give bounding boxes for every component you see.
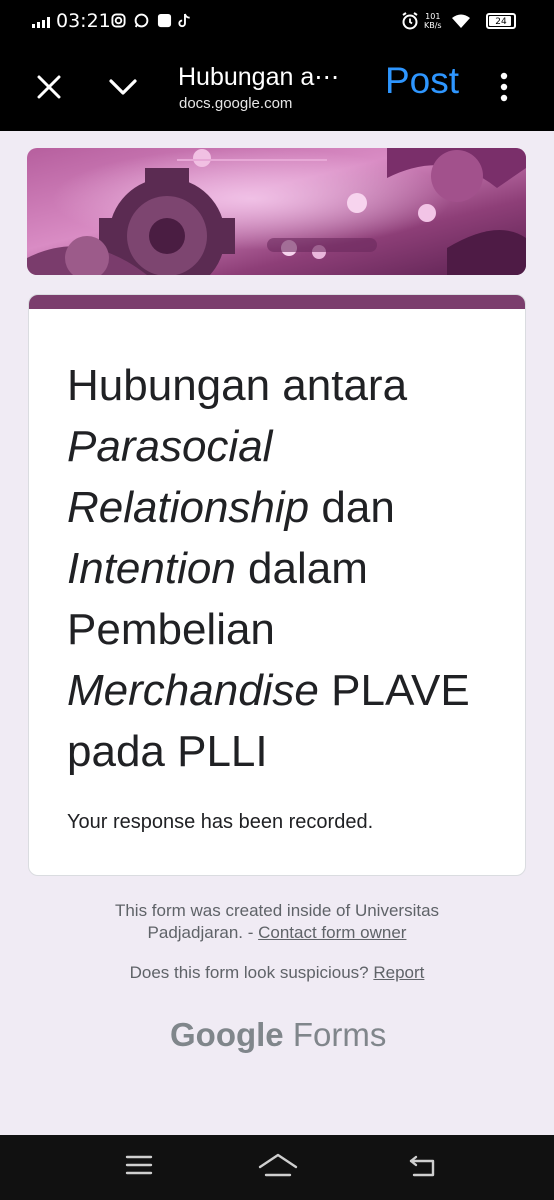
net-speed-unit: KB/s — [424, 21, 442, 30]
menu-icon[interactable] — [125, 1153, 153, 1177]
contact-form-owner-link[interactable]: Contact form owner — [258, 923, 406, 942]
tiktok-icon — [178, 13, 190, 28]
home-icon[interactable] — [258, 1153, 298, 1179]
chevron-down-icon[interactable] — [108, 77, 138, 97]
instagram-icon — [111, 13, 126, 28]
created-inside-line2: Padjadjaran. - Contact form owner — [0, 923, 554, 943]
system-nav-bar — [0, 1135, 554, 1200]
title-part: Intention — [67, 544, 236, 593]
close-icon[interactable] — [37, 75, 61, 99]
form-title: Hubungan antara Parasocial Relationship … — [67, 355, 497, 782]
suspicious-text: Does this form look suspicious? — [129, 963, 374, 982]
back-icon[interactable] — [408, 1153, 436, 1179]
title-part: Parasocial Relationship — [67, 422, 310, 532]
form-header-image — [27, 148, 526, 275]
accent-strip — [29, 295, 525, 309]
confirmation-message: Your response has been recorded. — [67, 811, 374, 833]
net-speed: 101 KB/s — [424, 12, 442, 30]
signal-icon — [32, 17, 52, 28]
more-vert-icon[interactable] — [498, 72, 510, 102]
status-time: 03:21 — [56, 10, 111, 32]
browser-app-bar: Hubungan a⋯ docs.google.com Post — [0, 44, 554, 131]
created-inside-org: Padjadjaran. - — [147, 923, 259, 942]
alarm-icon — [402, 12, 418, 30]
status-bar: 03:21 101 KB/s 24 — [0, 0, 554, 44]
logo-forms: Forms — [292, 1016, 387, 1053]
suspicious-line: Does this form look suspicious? Report — [0, 963, 554, 983]
wifi-icon — [452, 14, 470, 28]
battery-level: 24 — [495, 17, 507, 27]
title-part: Merchandise — [67, 666, 319, 715]
report-link[interactable]: Report — [373, 963, 424, 982]
google-forms-logo[interactable]: Google Forms — [170, 1016, 386, 1054]
created-inside-line1: This form was created inside of Universi… — [114, 901, 440, 920]
title-part: dan — [309, 483, 395, 532]
battery-icon: 24 — [486, 13, 516, 29]
page-title: Hubungan a⋯ — [178, 63, 340, 91]
page-url: docs.google.com — [179, 95, 293, 112]
app-square-icon — [157, 13, 172, 28]
net-speed-value: 101 — [425, 12, 441, 21]
title-part: Hubungan antara — [67, 361, 408, 410]
whatsapp-icon — [134, 13, 149, 28]
post-button[interactable]: Post — [385, 60, 459, 102]
logo-google: Google — [170, 1016, 284, 1053]
form-confirmation-card: Hubungan antara Parasocial Relationship … — [28, 294, 526, 876]
